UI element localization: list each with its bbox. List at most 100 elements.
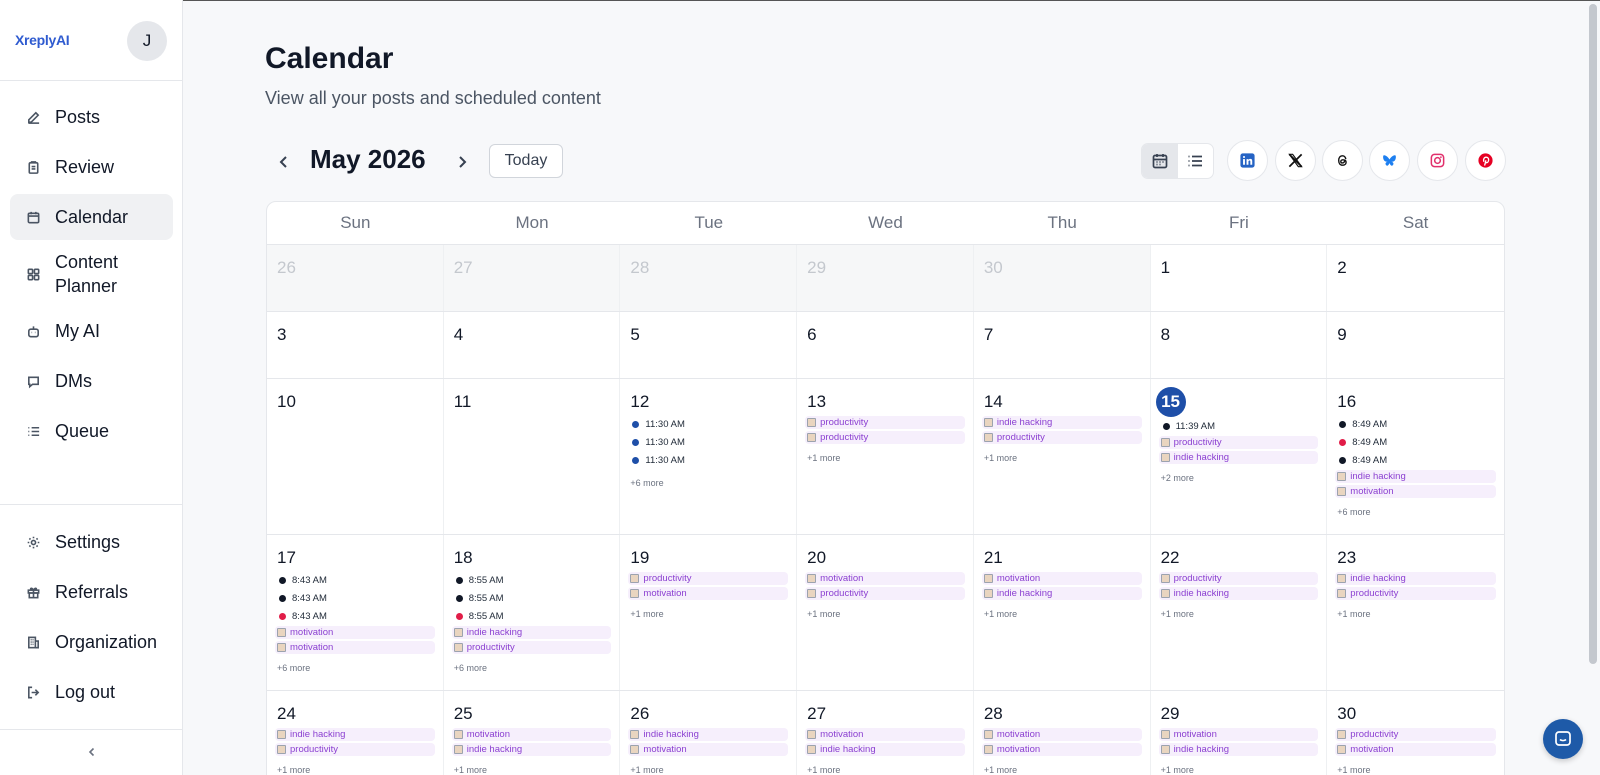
more-events-link[interactable]: +1 more <box>807 609 967 619</box>
calendar-day-cell[interactable]: 10 <box>267 379 444 534</box>
content-tag[interactable]: productivity <box>1335 587 1496 600</box>
content-tag[interactable]: motivation <box>275 641 435 654</box>
content-tag[interactable]: motivation <box>1335 743 1496 756</box>
scheduled-post[interactable]: 11:30 AM <box>630 415 790 433</box>
scheduled-post[interactable]: 8:49 AM <box>1337 451 1498 469</box>
calendar-day-cell[interactable]: 26 indie hacking motivation +1 more <box>620 691 798 775</box>
calendar-day-cell[interactable]: 29 motivation indie hacking +1 more <box>1151 691 1328 775</box>
content-tag[interactable]: productivity <box>805 416 965 429</box>
list-view-button[interactable] <box>1178 144 1214 178</box>
more-events-link[interactable]: +6 more <box>1337 507 1498 517</box>
threads-filter-button[interactable] <box>1322 140 1363 181</box>
more-events-link[interactable]: +1 more <box>984 453 1144 463</box>
more-events-link[interactable]: +1 more <box>454 765 614 775</box>
next-month-button[interactable] <box>452 152 472 172</box>
calendar-day-cell[interactable]: 24 indie hacking productivity +1 more <box>267 691 444 775</box>
content-tag[interactable]: motivation <box>805 572 965 585</box>
calendar-day-cell[interactable]: 4 <box>444 312 621 378</box>
instagram-filter-button[interactable] <box>1417 140 1458 181</box>
collapse-sidebar-button[interactable] <box>82 742 102 762</box>
sidebar-item-review[interactable]: Review <box>10 144 173 190</box>
scheduled-post[interactable]: 11:39 AM <box>1161 417 1321 435</box>
calendar-day-cell[interactable]: 22 productivity indie hacking +1 more <box>1151 535 1328 690</box>
calendar-day-cell[interactable]: 20 motivation productivity +1 more <box>797 535 974 690</box>
content-tag[interactable]: indie hacking <box>981 587 1142 600</box>
content-tag[interactable]: indie hacking <box>628 728 789 741</box>
calendar-day-cell[interactable]: 18 8:55 AM 8:55 AM 8:55 AM indie hacking prod… <box>444 535 621 690</box>
content-tag[interactable]: productivity <box>805 431 965 444</box>
more-events-link[interactable]: +1 more <box>1161 765 1321 775</box>
more-events-link[interactable]: +1 more <box>1161 609 1321 619</box>
calendar-day-cell[interactable]: 21 motivation indie hacking +1 more <box>974 535 1151 690</box>
brand-logo[interactable]: XreplyAI <box>15 32 70 48</box>
content-tag[interactable]: indie hacking <box>1158 587 1319 600</box>
more-events-link[interactable]: +6 more <box>277 663 437 673</box>
sidebar-item-posts[interactable]: Posts <box>10 94 173 140</box>
calendar-day-cell[interactable]: 5 <box>620 312 798 378</box>
sidebar-item-log-out[interactable]: Log out <box>10 669 173 715</box>
content-tag[interactable]: productivity <box>981 431 1142 444</box>
linkedin-filter-button[interactable] <box>1227 140 1268 181</box>
content-tag[interactable]: productivity <box>275 743 435 756</box>
content-tag[interactable]: motivation <box>1335 485 1496 498</box>
calendar-day-cell[interactable]: 17 8:43 AM 8:43 AM 8:43 AM motivation motivat… <box>267 535 444 690</box>
scheduled-post[interactable]: 8:49 AM <box>1337 433 1498 451</box>
page-scrollbar[interactable] <box>1589 4 1597 664</box>
content-tag[interactable]: motivation <box>628 743 789 756</box>
content-tag[interactable]: indie hacking <box>451 743 612 756</box>
scheduled-post[interactable]: 11:30 AM <box>630 451 790 469</box>
calendar-day-cell[interactable]: 6 <box>797 312 974 378</box>
scheduled-post[interactable]: 8:55 AM <box>454 607 614 625</box>
content-tag[interactable]: motivation <box>981 743 1142 756</box>
content-tag[interactable]: motivation <box>451 728 612 741</box>
more-events-link[interactable]: +1 more <box>807 765 967 775</box>
calendar-day-cell[interactable]: 7 <box>974 312 1151 378</box>
more-events-link[interactable]: +6 more <box>454 663 614 673</box>
scheduled-post[interactable]: 8:55 AM <box>454 589 614 607</box>
calendar-day-cell[interactable]: 15 11:39 AM productivity indie hacking +2 mo… <box>1151 379 1328 534</box>
sidebar-item-queue[interactable]: Queue <box>10 408 173 454</box>
scheduled-post[interactable]: 11:30 AM <box>630 433 790 451</box>
calendar-day-cell[interactable]: 16 8:49 AM 8:49 AM 8:49 AM indie hacking moti… <box>1327 379 1504 534</box>
content-tag[interactable]: productivity <box>1335 728 1496 741</box>
calendar-day-cell[interactable]: 2 <box>1327 245 1504 311</box>
calendar-view-button[interactable] <box>1142 144 1178 178</box>
more-events-link[interactable]: +1 more <box>630 609 790 619</box>
calendar-day-cell[interactable]: 9 <box>1327 312 1504 378</box>
support-chat-button[interactable] <box>1543 719 1583 759</box>
content-tag[interactable]: productivity <box>805 587 965 600</box>
more-events-link[interactable]: +2 more <box>1161 473 1321 483</box>
calendar-day-cell[interactable]: 29 <box>797 245 974 311</box>
scheduled-post[interactable]: 8:43 AM <box>277 607 437 625</box>
prev-month-button[interactable] <box>274 152 294 172</box>
calendar-day-cell[interactable]: 27 <box>443 245 621 311</box>
calendar-day-cell[interactable]: 26 <box>267 245 444 311</box>
calendar-day-cell[interactable]: 30 productivity motivation +1 more <box>1327 691 1504 775</box>
calendar-day-cell[interactable]: 11 <box>444 379 621 534</box>
content-tag[interactable]: motivation <box>275 626 435 639</box>
bluesky-filter-button[interactable] <box>1369 140 1410 181</box>
content-tag[interactable]: productivity <box>451 641 612 654</box>
scheduled-post[interactable]: 8:43 AM <box>277 571 437 589</box>
content-tag[interactable]: indie hacking <box>451 626 612 639</box>
content-tag[interactable]: motivation <box>981 728 1142 741</box>
calendar-day-cell[interactable]: 12 11:30 AM 11:30 AM 11:30 AM +6 more <box>620 379 798 534</box>
content-tag[interactable]: indie hacking <box>275 728 435 741</box>
scheduled-post[interactable]: 8:55 AM <box>454 571 614 589</box>
content-tag[interactable]: indie hacking <box>1158 743 1319 756</box>
sidebar-item-settings[interactable]: Settings <box>10 519 173 565</box>
sidebar-item-content-planner[interactable]: Content Planner <box>10 244 173 304</box>
content-tag[interactable]: motivation <box>628 587 789 600</box>
content-tag[interactable]: motivation <box>1158 728 1319 741</box>
more-events-link[interactable]: +1 more <box>984 765 1144 775</box>
sidebar-item-calendar[interactable]: Calendar <box>10 194 173 240</box>
content-tag[interactable]: indie hacking <box>805 743 965 756</box>
calendar-day-cell[interactable]: 3 <box>267 312 444 378</box>
calendar-day-cell[interactable]: 1 <box>1151 245 1328 311</box>
calendar-day-cell[interactable]: 19 productivity motivation +1 more <box>620 535 798 690</box>
sidebar-item-referrals[interactable]: Referrals <box>10 569 173 615</box>
avatar[interactable]: J <box>127 21 167 61</box>
content-tag[interactable]: productivity <box>1158 436 1319 449</box>
content-tag[interactable]: productivity <box>1158 572 1319 585</box>
calendar-day-cell[interactable]: 28 motivation motivation +1 more <box>974 691 1151 775</box>
